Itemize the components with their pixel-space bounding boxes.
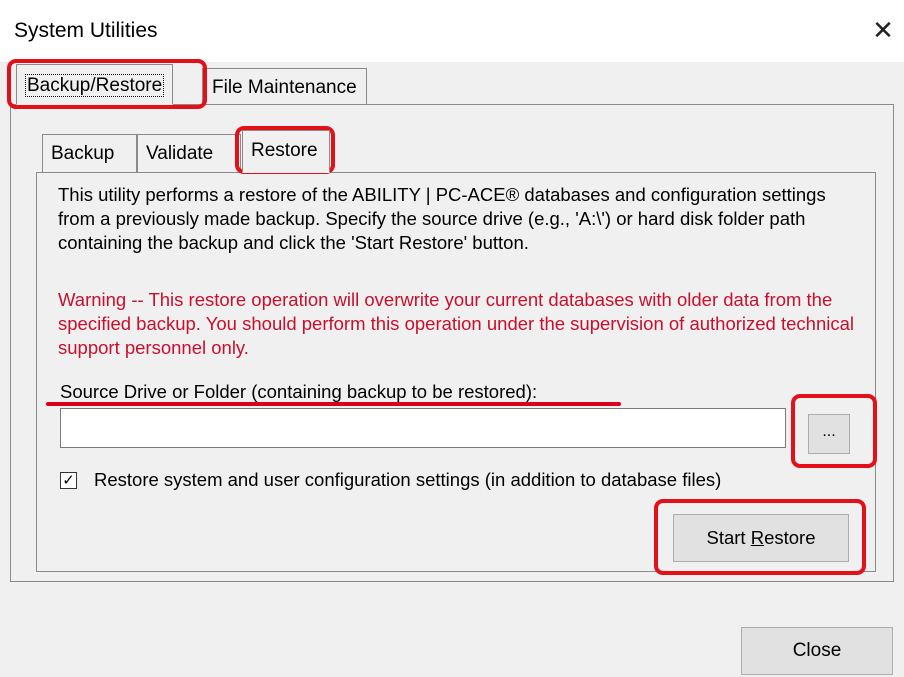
tab-restore[interactable]: Restore [242, 130, 330, 173]
close-icon[interactable]: ✕ [866, 13, 900, 47]
start-restore-rest: estore [764, 527, 816, 548]
tab-file-maintenance[interactable]: File Maintenance [202, 68, 367, 105]
start-restore-prefix: Start [706, 527, 751, 548]
restore-description: This utility performs a restore of the A… [58, 184, 826, 253]
start-restore-button[interactable]: Start Restore [673, 514, 849, 562]
system-utilities-dialog: System Utilities ✕ Backup/Restore File M… [0, 0, 904, 677]
restore-warning: Warning -- This restore operation will o… [58, 289, 855, 358]
source-folder-input[interactable] [60, 408, 786, 448]
source-folder-label: Source Drive or Folder (containing backu… [60, 381, 538, 402]
restore-config-checkbox[interactable]: ✓ [60, 472, 77, 489]
tab-backup-restore[interactable]: Backup/Restore [16, 64, 174, 105]
tab-backup[interactable]: Backup [42, 134, 137, 172]
restore-config-label[interactable]: Restore system and user configuration se… [94, 469, 721, 491]
title-bar: System Utilities ✕ [0, 0, 904, 62]
browse-button[interactable]: ... [808, 414, 850, 454]
start-restore-accel: R [750, 527, 765, 548]
source-label-underline [46, 402, 621, 406]
tab-validate[interactable]: Validate [137, 134, 241, 172]
close-button[interactable]: Close [741, 627, 893, 675]
window-title: System Utilities [14, 19, 158, 42]
